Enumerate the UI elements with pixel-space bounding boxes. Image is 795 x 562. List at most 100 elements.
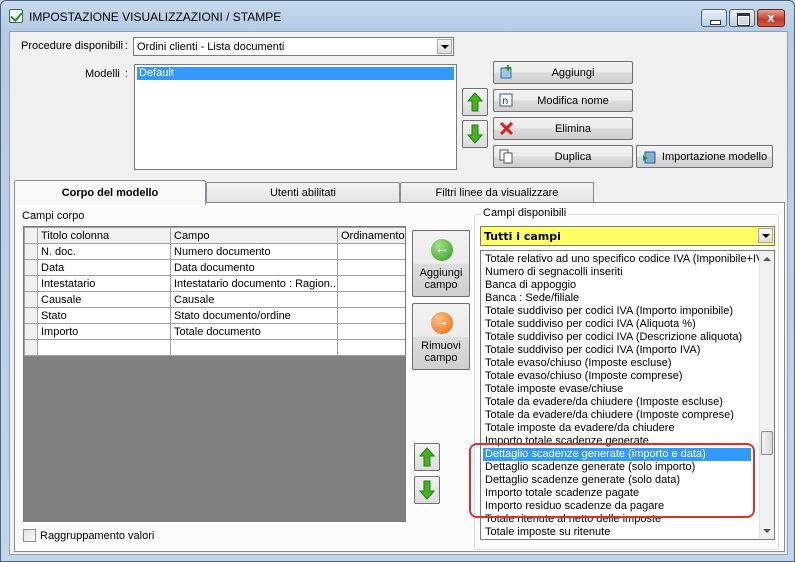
scrollbar-thumb[interactable] <box>761 431 773 455</box>
row-selector[interactable] <box>24 291 38 308</box>
add-field-button[interactable]: Aggiungi campo <box>412 230 470 297</box>
delete-model-button[interactable]: Elimina <box>493 117 633 140</box>
available-fields-scrollbar[interactable] <box>759 251 774 539</box>
table-row[interactable]: Causale Causale <box>24 291 405 308</box>
table-cell[interactable] <box>337 323 405 340</box>
procedures-select[interactable]: Ordini clienti - Lista documenti <box>133 37 454 56</box>
table-cell[interactable]: Causale <box>37 291 171 308</box>
title-bar: IMPOSTAZIONE VISUALIZZAZIONI / STAMPE x <box>1 1 794 29</box>
highlight-annotation <box>469 443 755 518</box>
list-item[interactable]: Totale suddiviso per codici IVA (Aliquot… <box>485 318 696 331</box>
move-field-down-button[interactable] <box>414 476 440 504</box>
list-item[interactable]: Totale evaso/chiuso (Imposte comprese) <box>485 370 682 383</box>
import-model-button[interactable]: Importazione modello <box>636 145 773 168</box>
window-title: IMPOSTAZIONE VISUALIZZAZIONI / STAMPE <box>29 10 282 24</box>
scroll-up-arrow-icon[interactable] <box>763 257 771 261</box>
table-cell[interactable] <box>337 275 405 292</box>
list-item[interactable]: Totale relativo ad uno specifico codice … <box>485 253 763 266</box>
table-cell[interactable]: Intestatario documento : Ragion... <box>170 275 338 292</box>
table-header-row: Titolo colonna Campo Ordinamento <box>24 227 405 244</box>
table-row[interactable]: Data Data documento <box>24 259 405 276</box>
column-header[interactable]: Ordinamento <box>337 227 405 244</box>
table-cell[interactable] <box>337 339 405 356</box>
tab-utenti-abilitati[interactable]: Utenti abilitati <box>206 182 400 204</box>
scroll-down-arrow-icon[interactable] <box>763 529 771 533</box>
table-cell[interactable]: Data documento <box>170 259 338 276</box>
table-cell[interactable]: Totale documento <box>170 323 338 340</box>
move-field-up-button[interactable] <box>414 443 440 471</box>
close-icon: x <box>767 10 775 25</box>
list-item[interactable]: Totale evaso/chiuso (Imposte escluse) <box>485 357 671 370</box>
close-button[interactable]: x <box>757 9 785 27</box>
arrow-up-icon <box>419 447 435 467</box>
minimize-button[interactable] <box>701 9 727 27</box>
table-row[interactable]: Importo Totale documento <box>24 323 405 340</box>
table-cell[interactable]: Numero documento <box>170 243 338 260</box>
add-field-label: Aggiungi campo <box>419 267 463 291</box>
row-selector[interactable] <box>24 259 38 276</box>
table-cell[interactable]: N. doc. <box>37 243 171 260</box>
tab-filtri-linee[interactable]: Filtri linee da visualizzare <box>400 182 594 204</box>
available-fields-filter[interactable]: Tutti i campi <box>480 226 775 246</box>
table-cell[interactable] <box>337 291 405 308</box>
table-cell[interactable]: Stato <box>37 307 171 324</box>
procedures-colon: : <box>125 40 129 52</box>
list-item[interactable]: Totale suddiviso per codici IVA (Importo… <box>485 344 700 357</box>
list-item[interactable]: Totale da evadere/da chiudere (Imposte e… <box>485 396 723 409</box>
table-cell[interactable] <box>337 307 405 324</box>
grouping-checkbox[interactable] <box>23 529 36 542</box>
table-cell[interactable]: Causale <box>170 291 338 308</box>
row-selector[interactable] <box>24 323 38 340</box>
table-cell[interactable] <box>337 243 405 260</box>
tab-label: Filtri linee da visualizzare <box>435 187 559 199</box>
models-list[interactable]: Default <box>134 64 457 170</box>
table-row[interactable]: Stato Stato documento/ordine <box>24 307 405 324</box>
chevron-down-icon[interactable] <box>437 39 452 54</box>
procedures-label: Procedure disponibili <box>21 40 124 52</box>
duplicate-model-button[interactable]: Duplica <box>493 145 633 168</box>
body-fields-grid[interactable]: Titolo colonna Campo Ordinamento N. doc.… <box>23 226 406 522</box>
rename-model-button[interactable]: n Modifica nome <box>493 89 633 112</box>
row-selector[interactable] <box>24 307 38 324</box>
chevron-down-icon[interactable] <box>758 228 773 243</box>
add-model-button[interactable]: Aggiungi <box>493 61 633 84</box>
available-fields-filter-value: Tutti i campi <box>484 230 561 243</box>
table-cell[interactable]: Data <box>37 259 171 276</box>
column-header[interactable]: Campo <box>170 227 338 244</box>
row-selector[interactable] <box>24 275 38 292</box>
models-list-item[interactable]: Default <box>137 67 454 80</box>
row-selector[interactable] <box>24 339 38 356</box>
table-cell[interactable] <box>170 339 338 356</box>
add-model-label: Aggiungi <box>551 67 595 79</box>
table-cell[interactable]: Stato documento/ordine <box>170 307 338 324</box>
list-item[interactable]: Banca : Sede/filiale <box>485 292 579 305</box>
tab-corpo-del-modello[interactable]: Corpo del modello <box>14 180 206 205</box>
list-item[interactable]: Totale imposte da evadere/da chiudere <box>485 422 675 435</box>
table-row[interactable]: Intestatario Intestatario documento : Rag… <box>24 275 405 292</box>
maximize-button[interactable] <box>729 9 755 27</box>
move-model-down-button[interactable] <box>462 120 488 148</box>
list-item[interactable]: Banca di appoggio <box>485 279 576 292</box>
table-cell[interactable] <box>37 339 171 356</box>
body-fields-legend: Campi corpo <box>22 210 85 222</box>
list-item[interactable]: Totale suddiviso per codici IVA (Importo… <box>485 305 733 318</box>
table-row[interactable]: N. doc. Numero documento <box>24 243 405 260</box>
duplicate-model-label: Duplica <box>554 151 592 163</box>
list-item[interactable]: Totale imposte evase/chiuse <box>485 383 623 396</box>
row-selector[interactable] <box>24 243 38 260</box>
list-item[interactable]: Numero di segnacolli inseriti <box>485 266 623 279</box>
list-item[interactable]: Totale imposte su ritenute <box>485 526 610 539</box>
table-cell[interactable] <box>337 259 405 276</box>
grouping-label: Raggruppamento valori <box>40 530 155 542</box>
table-row[interactable] <box>24 339 405 356</box>
client-area: Procedure disponibili : Ordini clienti -… <box>9 31 788 555</box>
arrow-down-icon <box>419 480 435 500</box>
list-item[interactable]: Totale suddiviso per codici IVA (Descriz… <box>485 331 742 344</box>
table-cell[interactable]: Importo <box>37 323 171 340</box>
arrow-right-icon <box>431 312 453 334</box>
move-model-up-button[interactable] <box>462 88 488 116</box>
remove-field-button[interactable]: Rimuovi campo <box>412 303 470 370</box>
table-cell[interactable]: Intestatario <box>37 275 171 292</box>
list-item[interactable]: Totale da evadere/da chiudere (Imposte c… <box>485 409 734 422</box>
column-header[interactable]: Titolo colonna <box>37 227 171 244</box>
